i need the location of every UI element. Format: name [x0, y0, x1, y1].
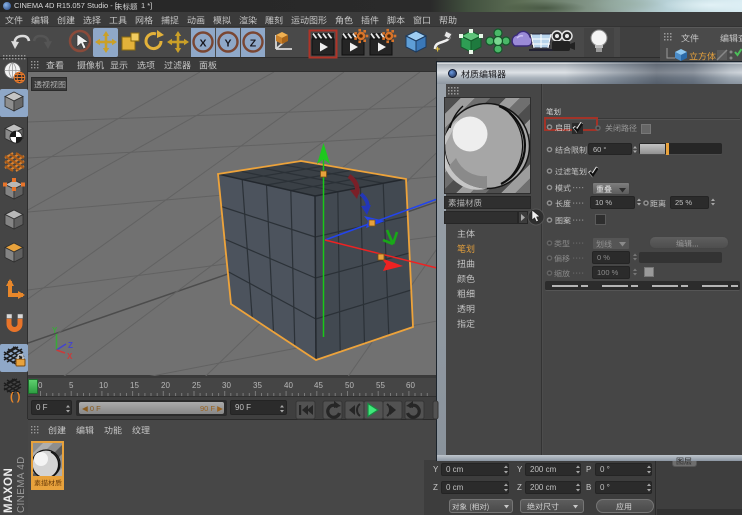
svg-text:Z: Z: [68, 341, 73, 350]
svg-text:X: X: [67, 352, 73, 361]
svg-text:Y: Y: [52, 326, 58, 335]
